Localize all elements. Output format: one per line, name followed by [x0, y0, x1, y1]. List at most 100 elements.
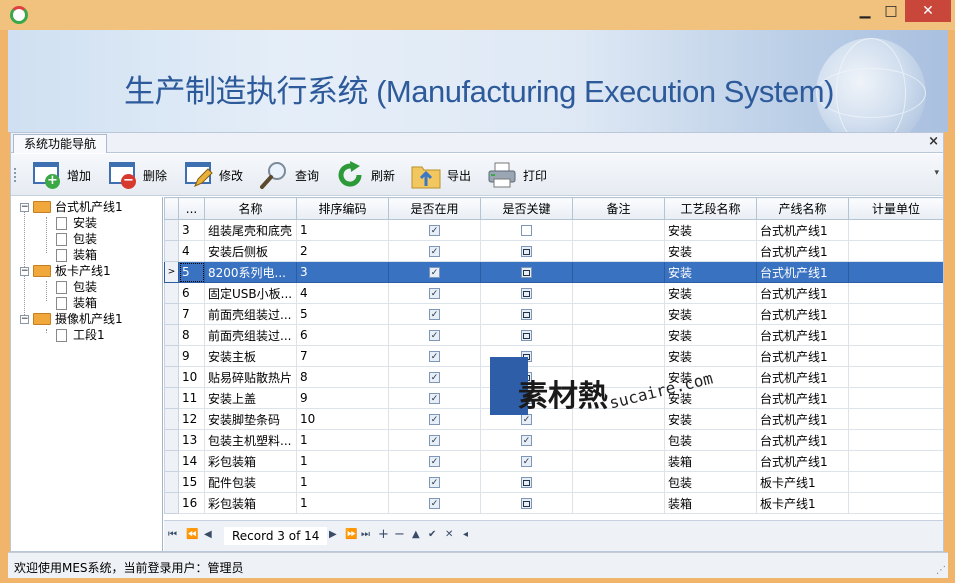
cell-line[interactable]: 台式机产线1 [756, 345, 849, 367]
append-record-icon[interactable]: + [378, 527, 389, 542]
tree-node-board-boxing[interactable]: 装箱 [56, 295, 97, 311]
cell-remark[interactable] [572, 324, 665, 346]
cell-order[interactable]: 2 [296, 240, 389, 262]
cell-name[interactable]: 安装脚垫条码 [204, 408, 297, 430]
cell-remark[interactable] [572, 303, 665, 325]
cell-line[interactable]: 台式机产线1 [756, 303, 849, 325]
cell-active[interactable]: ✓ [388, 492, 481, 514]
search-button[interactable]: 查询 [259, 159, 319, 191]
cell-key[interactable] [480, 303, 573, 325]
row-indicator[interactable] [164, 303, 179, 325]
tree-node-desktop-boxing[interactable]: 装箱 [56, 247, 97, 263]
cell-order[interactable]: 1 [296, 492, 389, 514]
cell-remark[interactable] [572, 240, 665, 262]
export-button[interactable]: 导出 [411, 159, 471, 191]
save-record-icon[interactable]: ✔ [428, 529, 436, 540]
column-header[interactable]: 是否在用 [388, 197, 481, 220]
cell-key[interactable] [480, 492, 573, 514]
cell-active[interactable]: ✓ [388, 429, 481, 451]
column-header[interactable]: 备注 [572, 197, 665, 220]
table-row[interactable]: 15 配件包装 1 ✓ 包装 板卡产线1 [164, 471, 943, 493]
cell-remark[interactable] [572, 429, 665, 451]
checkbox-icon[interactable]: ✓ [521, 435, 532, 446]
row-indicator[interactable] [164, 492, 179, 514]
cell-key[interactable] [480, 219, 573, 241]
checkbox-icon[interactable] [521, 330, 532, 341]
cell-order[interactable]: 1 [296, 471, 389, 493]
column-header[interactable]: 名称 [204, 197, 297, 220]
checkbox-icon[interactable]: ✓ [429, 309, 440, 320]
cell-stage[interactable]: 安装 [664, 240, 757, 262]
checkbox-icon[interactable]: ✓ [429, 288, 440, 299]
cell-line[interactable]: 台式机产线1 [756, 387, 849, 409]
cell-order[interactable]: 9 [296, 387, 389, 409]
column-header[interactable]: 是否关键 [480, 197, 573, 220]
checkbox-icon[interactable] [521, 225, 532, 236]
cancel-edit-icon[interactable]: ✕ [445, 529, 453, 540]
add-button[interactable]: + 增加 [31, 159, 91, 191]
cell-id[interactable]: 8 [178, 324, 205, 346]
cell-order[interactable]: 5 [296, 303, 389, 325]
checkbox-icon[interactable] [521, 477, 532, 488]
cell-remark[interactable] [572, 282, 665, 304]
cell-stage[interactable]: 安装 [664, 261, 757, 283]
table-row[interactable]: 4 安装后侧板 2 ✓ 安装 台式机产线1 [164, 240, 943, 262]
cell-line[interactable]: 台式机产线1 [756, 429, 849, 451]
cell-stage[interactable]: 安装 [664, 282, 757, 304]
refresh-button[interactable]: 刷新 [335, 159, 395, 191]
close-window-button[interactable]: ✕ [905, 0, 951, 22]
tree-node-camera-section1[interactable]: 工段1 [56, 327, 105, 343]
cell-key[interactable] [480, 240, 573, 262]
cell-active[interactable]: ✓ [388, 471, 481, 493]
checkbox-icon[interactable]: ✓ [429, 477, 440, 488]
collapse-icon[interactable]: − [20, 266, 29, 276]
checkbox-icon[interactable]: ✓ [429, 225, 440, 236]
column-header[interactable]: 排序编码 [296, 197, 389, 220]
cell-active[interactable]: ✓ [388, 261, 481, 283]
cell-order[interactable]: 1 [296, 450, 389, 472]
row-indicator[interactable] [164, 324, 179, 346]
table-row[interactable]: 14 彩包装箱 1 ✓ ✓ 装箱 台式机产线1 [164, 450, 943, 472]
toolbar-grip[interactable] [14, 168, 16, 182]
cell-order[interactable]: 8 [296, 366, 389, 388]
checkbox-icon[interactable] [521, 246, 532, 257]
cell-line[interactable]: 台式机产线1 [756, 450, 849, 472]
cell-id[interactable]: 6 [178, 282, 205, 304]
cell-unit[interactable] [848, 492, 943, 514]
cell-order[interactable]: 10 [296, 408, 389, 430]
resize-grip-icon[interactable]: ⋰ [936, 565, 946, 576]
cell-order[interactable]: 3 [296, 261, 389, 283]
row-indicator[interactable] [164, 387, 179, 409]
cell-active[interactable]: ✓ [388, 303, 481, 325]
cell-active[interactable]: ✓ [388, 387, 481, 409]
row-indicator[interactable] [164, 429, 179, 451]
edit-button[interactable]: 修改 [183, 159, 243, 191]
table-row[interactable]: 13 包装主机塑料... 1 ✓ ✓ 包装 台式机产线1 [164, 429, 943, 451]
cell-line[interactable]: 台式机产线1 [756, 261, 849, 283]
checkbox-icon[interactable]: ✓ [429, 246, 440, 257]
column-header[interactable]: 产线名称 [756, 197, 849, 220]
row-indicator[interactable] [164, 240, 179, 262]
checkbox-icon[interactable] [521, 309, 532, 320]
tree-node-desktop-install[interactable]: 安装 [56, 215, 97, 231]
tree-node-board-line[interactable]: − 板卡产线1 [20, 263, 111, 279]
cell-name[interactable]: 彩包装箱 [204, 492, 297, 514]
delete-button[interactable]: − 删除 [107, 159, 167, 191]
cell-order[interactable]: 7 [296, 345, 389, 367]
prev-page-icon[interactable]: ⏪ [186, 529, 198, 540]
cell-unit[interactable] [848, 219, 943, 241]
cell-order[interactable]: 1 [296, 219, 389, 241]
cell-key[interactable]: ✓ [480, 429, 573, 451]
cell-stage[interactable]: 装箱 [664, 492, 757, 514]
cell-unit[interactable] [848, 366, 943, 388]
cell-id[interactable]: 15 [178, 471, 205, 493]
row-indicator[interactable] [164, 219, 179, 241]
cell-order[interactable]: 4 [296, 282, 389, 304]
cell-key[interactable] [480, 471, 573, 493]
maximize-button[interactable]: □ [874, 0, 908, 22]
cell-line[interactable]: 台式机产线1 [756, 408, 849, 430]
cell-remark[interactable] [572, 450, 665, 472]
cell-key[interactable] [480, 282, 573, 304]
column-header[interactable]: 工艺段名称 [664, 197, 757, 220]
checkbox-icon[interactable]: ✓ [429, 456, 440, 467]
